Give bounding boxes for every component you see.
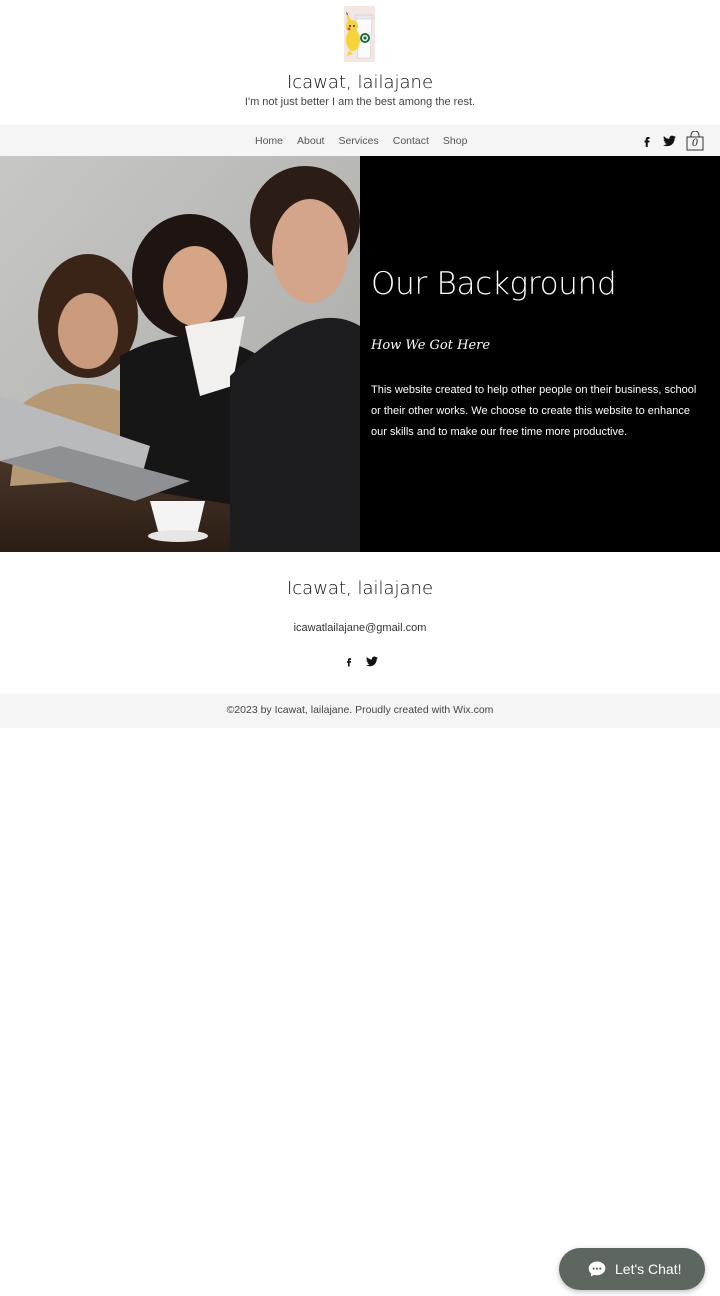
facebook-icon[interactable] [641,135,653,147]
office-team-laptop-photo [0,156,360,552]
twitter-icon[interactable] [366,656,378,667]
nav-menu: Home About Services Contact Shop [248,125,474,156]
copyright-text: ©2023 by Icawat, lailajane. Proudly crea… [226,704,494,716]
site-tagline: I'm not just better I am the best among … [244,96,476,108]
footer-email-link[interactable]: icawatlailajane@gmail.com [0,622,720,634]
office-photo-illustration [0,156,360,552]
facebook-icon[interactable] [344,656,354,667]
site-header: Icawat, lailajane I'm not just better I … [0,0,720,125]
page: Icawat, lailajane I'm not just better I … [0,0,720,1296]
nav-item-services[interactable]: Services [331,135,385,147]
lets-chat-button[interactable]: Let's Chat! [559,1248,705,1290]
chat-bubble-icon [588,1261,606,1277]
site-title[interactable]: Icawat, lailajane [0,72,720,93]
nav-item-about[interactable]: About [290,135,331,147]
nav-bar: Home About Services Contact Shop 0 [0,125,720,156]
logo-image[interactable] [344,6,375,62]
nav-item-contact[interactable]: Contact [386,135,436,147]
nav-social-bar: 0 [641,131,704,151]
cart-count: 0 [691,138,699,149]
section-subheading: How We Got Here [371,338,491,353]
chat-label: Let's Chat! [615,1261,682,1277]
nav-item-shop[interactable]: Shop [436,135,475,147]
background-text-panel: Our Background How We Got Here This webs… [360,156,720,552]
site-footer: Icawat, lailajane icawatlailajane@gmail.… [0,552,720,694]
cart-button[interactable]: 0 [686,131,704,151]
background-section: Our Background How We Got Here This webs… [0,156,720,552]
copyright-bar: ©2023 by Icawat, lailajane. Proudly crea… [0,694,720,728]
section-heading: Our Background [371,266,617,302]
twitter-icon[interactable] [663,135,676,147]
footer-social-bar [344,656,378,667]
pikachu-starbucks-cup-icon [344,6,375,62]
footer-title: Icawat, lailajane [286,578,434,599]
section-body-text: This website created to help other peopl… [371,384,697,438]
nav-item-home[interactable]: Home [248,135,290,147]
